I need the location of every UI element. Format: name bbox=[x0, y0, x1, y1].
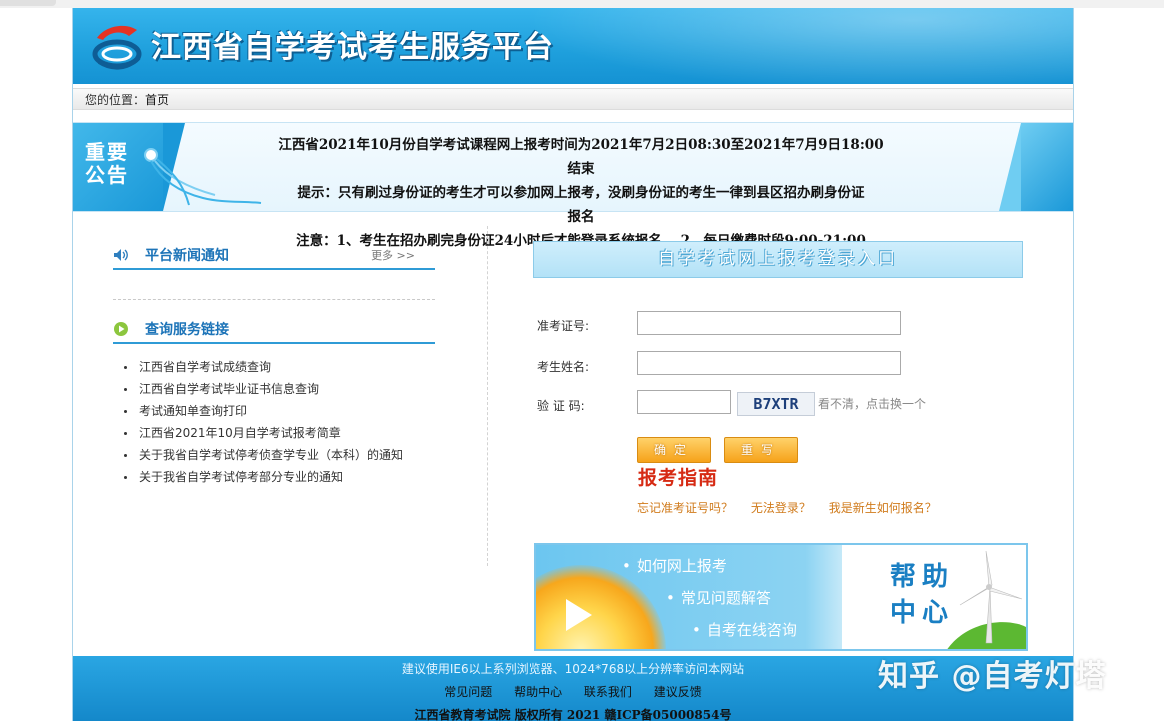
notice-badge-line2: 公告 bbox=[85, 163, 129, 187]
breadcrumb-home-link[interactable]: 首页 bbox=[145, 93, 169, 107]
submit-button[interactable]: 确定 bbox=[637, 437, 711, 463]
list-item[interactable]: 江西省自学考试成绩查询 bbox=[121, 356, 435, 378]
notice-line: 提示：只有刷过身份证的考生才可以参加网上报考，没刷身份证的考生一律到县区招办刷身… bbox=[297, 185, 865, 201]
site-title: 江西省自学考试考生服务平台 bbox=[151, 30, 554, 65]
banner-item[interactable]: 常见问题解答 bbox=[666, 587, 771, 608]
list-item[interactable]: 江西省2021年10月自学考试报考简章 bbox=[121, 422, 435, 444]
ribbon-icon bbox=[144, 148, 262, 206]
help-links: 忘记准考证号吗？ 无法登录？ 我是新生如何报名？ bbox=[637, 499, 951, 516]
sun-icon bbox=[536, 565, 666, 649]
list-item[interactable]: 考试通知单查询打印 bbox=[121, 400, 435, 422]
column-divider bbox=[487, 226, 488, 566]
wind-turbine-icon bbox=[947, 550, 1026, 649]
browser-tab-edge bbox=[0, 0, 56, 6]
banner-item[interactable]: 如何网上报考 bbox=[622, 555, 727, 576]
notice-right-deco bbox=[999, 123, 1073, 211]
browser-top-strip bbox=[0, 0, 1164, 8]
news-title: 平台新闻通知 bbox=[145, 248, 229, 264]
captcha-refresh-link[interactable]: 看不清，点击换一个 bbox=[818, 395, 926, 412]
list-item[interactable]: 关于我省自学考试停考部分专业的通知 bbox=[121, 466, 435, 488]
forgot-ticket-link[interactable]: 忘记准考证号吗？ bbox=[637, 501, 733, 515]
notice-line: 报名 bbox=[567, 209, 595, 225]
notice-line: 江西省2021年10月份自学考试课程网上报考时间为2021年7月2日08:30至… bbox=[278, 137, 884, 153]
notice-line: 结束 bbox=[567, 161, 595, 177]
query-title: 查询服务链接 bbox=[145, 322, 229, 338]
breadcrumb-label: 您的位置： bbox=[85, 93, 146, 107]
footer-link-contact[interactable]: 联系我们 bbox=[584, 685, 632, 699]
breadcrumb: 您的位置：首页 bbox=[73, 88, 1073, 110]
reset-button[interactable]: 重写 bbox=[724, 437, 798, 463]
ticket-number-input[interactable] bbox=[637, 311, 901, 335]
section-divider bbox=[113, 299, 435, 300]
copyright: 江西省教育考试院 版权所有 2021 赣ICP备05000854号 bbox=[414, 708, 732, 722]
list-item[interactable]: 关于我省自学考试停考侦查学专业（本科）的通知 bbox=[121, 444, 435, 466]
guide-title: 报考指南 bbox=[638, 467, 719, 489]
notice-badge-title: 重要 公告 bbox=[81, 141, 133, 187]
header-sheen bbox=[493, 8, 1073, 84]
news-section-header: 平台新闻通知 更多 >> bbox=[113, 242, 435, 270]
name-input[interactable] bbox=[637, 351, 901, 375]
footer-link-help[interactable]: 帮助中心 bbox=[514, 685, 562, 699]
query-link-list: 江西省自学考试成绩查询 江西省自学考试毕业证书信息查询 考试通知单查询打印 江西… bbox=[113, 356, 435, 488]
site-logo-icon bbox=[92, 25, 142, 70]
left-column: 平台新闻通知 更多 >> 查询服务链接 江西省自学考试成绩查询 江西省自学考试毕… bbox=[113, 242, 435, 488]
banner-item[interactable]: 自考在线咨询 bbox=[692, 619, 797, 640]
notice-badge-line1: 重要 bbox=[85, 140, 129, 164]
play-icon bbox=[566, 599, 592, 631]
news-more-link[interactable]: 更多 >> bbox=[371, 247, 415, 263]
footer-link-faq[interactable]: 常见问题 bbox=[444, 685, 492, 699]
footer-link-feedback[interactable]: 建议反馈 bbox=[654, 685, 702, 699]
captcha-input[interactable] bbox=[637, 390, 731, 414]
speaker-icon bbox=[114, 249, 128, 261]
captcha-image[interactable]: B7XTR bbox=[737, 392, 815, 416]
help-banner[interactable]: 如何网上报考 常见问题解答 自考在线咨询 帮助 中心 bbox=[534, 543, 1028, 651]
cannot-login-link[interactable]: 无法登录？ bbox=[751, 501, 811, 515]
new-student-link[interactable]: 我是新生如何报名？ bbox=[829, 501, 937, 515]
list-item[interactable]: 江西省自学考试毕业证书信息查询 bbox=[121, 378, 435, 400]
login-title: 自学考试网上报考登录入口 bbox=[533, 241, 1023, 278]
play-circle-icon bbox=[114, 322, 128, 336]
ticket-label: 准考证号: bbox=[537, 319, 590, 333]
page-container: 江西省自学考试考生服务平台 您的位置：首页 重要 公告 江西省2021年10月份… bbox=[72, 8, 1074, 722]
captcha-label: 验 证 码: bbox=[537, 399, 585, 413]
query-section-header: 查询服务链接 bbox=[113, 316, 435, 344]
watermark: 知乎 @自考灯塔 bbox=[878, 659, 1107, 694]
name-label: 考生姓名: bbox=[537, 360, 590, 374]
notice-panel: 重要 公告 江西省2021年10月份自学考试课程网上报考时间为2021年7月2日… bbox=[73, 122, 1073, 249]
notice-text: 江西省2021年10月份自学考试课程网上报考时间为2021年7月2日08:30至… bbox=[259, 133, 903, 253]
site-header: 江西省自学考试考生服务平台 bbox=[73, 8, 1073, 84]
